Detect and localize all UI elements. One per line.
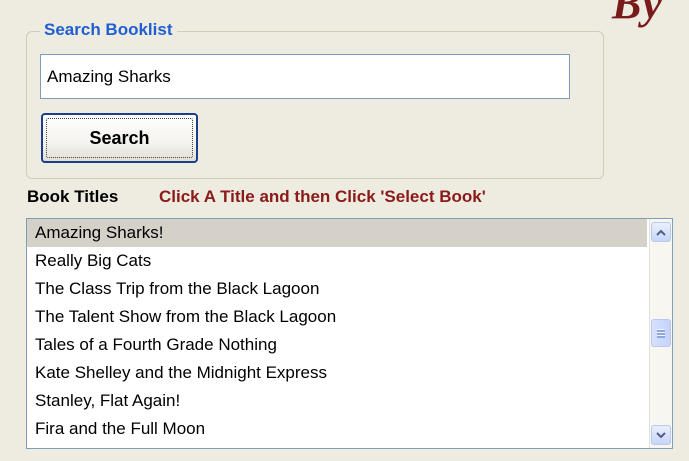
- list-item[interactable]: Amazing Sharks!: [27, 219, 647, 247]
- grip-icon: [657, 328, 665, 338]
- brand-heading: By: [612, 0, 663, 28]
- list-item[interactable]: Stanley, Flat Again!: [27, 387, 647, 415]
- chevron-down-icon: [656, 431, 666, 439]
- book-titles-hint: Click A Title and then Click 'Select Boo…: [159, 187, 486, 206]
- scroll-up-button[interactable]: [651, 222, 671, 242]
- scroll-thumb[interactable]: [651, 319, 671, 347]
- search-input[interactable]: [40, 54, 570, 99]
- list-item[interactable]: Fira and the Full Moon: [27, 415, 647, 443]
- search-group-title: Search Booklist: [40, 20, 177, 40]
- book-titles-listbox[interactable]: Amazing Sharks! Really Big Cats The Clas…: [26, 218, 673, 449]
- list-item[interactable]: The Talent Show from the Black Lagoon: [27, 303, 647, 331]
- scroll-down-button[interactable]: [651, 425, 671, 445]
- list-item[interactable]: Really Big Cats: [27, 247, 647, 275]
- search-button-label: Search: [46, 118, 193, 158]
- book-titles-list: Amazing Sharks! Really Big Cats The Clas…: [27, 219, 647, 443]
- chevron-up-icon: [656, 229, 666, 236]
- list-item[interactable]: Kate Shelley and the Midnight Express: [27, 359, 647, 387]
- list-item[interactable]: Tales of a Fourth Grade Nothing: [27, 331, 647, 359]
- book-titles-label: Book Titles: [27, 187, 119, 206]
- list-scrollbar[interactable]: [649, 219, 672, 448]
- search-button[interactable]: Search: [41, 113, 198, 163]
- booklist-panel: By Search Booklist Search Book Titles Cl…: [0, 0, 689, 461]
- list-item[interactable]: The Class Trip from the Black Lagoon: [27, 275, 647, 303]
